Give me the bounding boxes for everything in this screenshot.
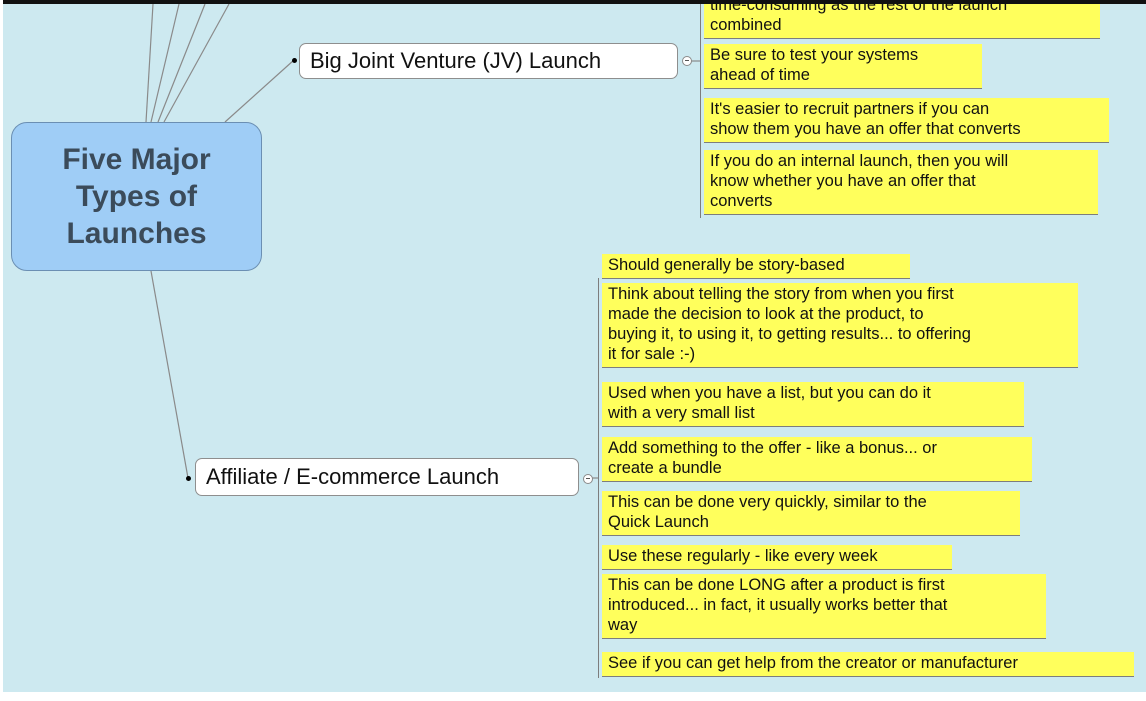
connector-affiliate (150, 270, 189, 479)
topic-affiliate-label: Affiliate / E-commerce Launch (206, 464, 500, 489)
topic-affiliate-launch[interactable]: Affiliate / E-commerce Launch (195, 458, 579, 496)
note-affiliate-4: Add something to the offer - like a bonu… (602, 437, 1032, 482)
connector-offscreen-4 (163, 3, 230, 123)
central-topic-label: Five Major Types of Launches (62, 143, 211, 250)
collapse-toggle-icon[interactable] (682, 56, 692, 66)
note-jv-1: time-consuming as the rest of the launch… (704, 0, 1100, 39)
connector-offscreen-1 (145, 3, 154, 123)
note-jv-4: If you do an internal launch, then you w… (704, 150, 1098, 215)
topic-bullet (186, 476, 191, 481)
note-affiliate-1: Should generally be story-based (602, 254, 910, 279)
note-affiliate-5: This can be done very quickly, similar t… (602, 491, 1020, 536)
central-topic[interactable]: Five Major Types of Launches (11, 122, 262, 271)
topic-jv-launch[interactable]: Big Joint Venture (JV) Launch (299, 43, 678, 79)
note-affiliate-2: Think about telling the story from when … (602, 283, 1078, 368)
note-affiliate-7: This can be done LONG after a product is… (602, 574, 1046, 639)
connector-jv (224, 59, 295, 123)
collapse-toggle-icon[interactable] (583, 474, 593, 484)
top-border (3, 0, 1146, 4)
note-affiliate-8: See if you can get help from the creator… (602, 652, 1134, 677)
note-affiliate-6: Use these regularly - like every week (602, 545, 952, 570)
topic-jv-label: Big Joint Venture (JV) Launch (310, 48, 602, 73)
note-jv-3: It's easier to recruit partners if you c… (704, 98, 1109, 143)
note-affiliate-3: Used when you have a list, but you can d… (602, 382, 1024, 427)
note-jv-2: Be sure to test your systems ahead of ti… (704, 44, 982, 89)
mind-map-canvas: Five Major Types of Launches Big Joint V… (3, 0, 1146, 692)
topic-bullet (292, 58, 297, 63)
